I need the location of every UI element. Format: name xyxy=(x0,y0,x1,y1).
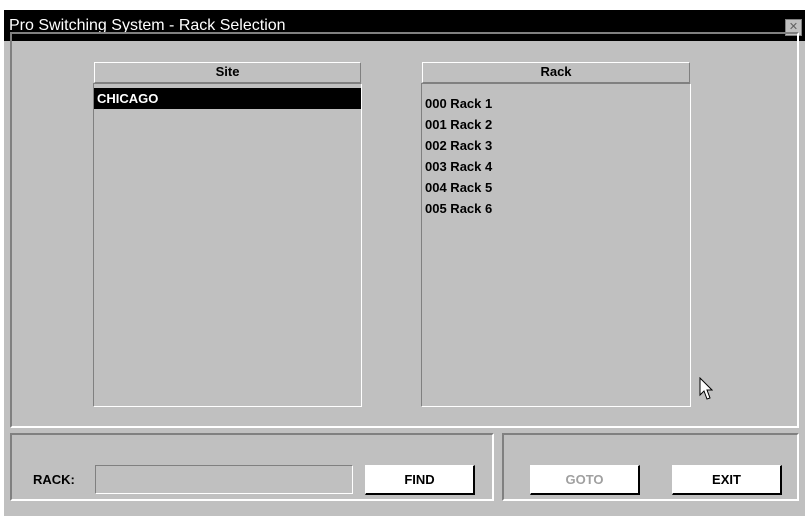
rack-input[interactable] xyxy=(95,465,353,494)
site-list-item[interactable]: CHICAGO xyxy=(94,88,361,109)
site-listbox[interactable]: CHICAGO xyxy=(93,83,362,407)
rack-list-item[interactable]: 004 Rack 5 xyxy=(422,177,690,198)
rack-list-item[interactable]: 002 Rack 3 xyxy=(422,135,690,156)
find-button[interactable]: FIND xyxy=(365,465,475,495)
rack-list-item[interactable]: 001 Rack 2 xyxy=(422,114,690,135)
mouse-pointer-icon xyxy=(699,377,713,400)
rack-list-item[interactable]: 005 Rack 6 xyxy=(422,198,690,219)
site-list-header: Site xyxy=(94,62,361,83)
rack-list-item[interactable]: 003 Rack 4 xyxy=(422,156,690,177)
exit-button[interactable]: EXIT xyxy=(672,465,782,495)
rack-list-header: Rack xyxy=(422,62,690,83)
rack-list-item[interactable]: 000 Rack 1 xyxy=(422,93,690,114)
rack-field-label: RACK: xyxy=(33,472,75,487)
goto-button[interactable]: GOTO xyxy=(530,465,640,495)
rack-listbox[interactable]: 000 Rack 1 001 Rack 2 002 Rack 3 003 Rac… xyxy=(421,83,691,407)
